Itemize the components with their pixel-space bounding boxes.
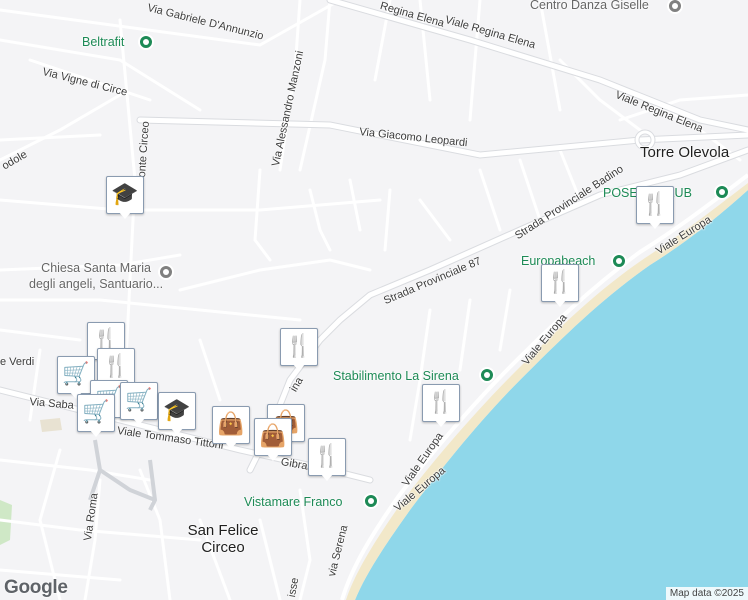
marker-restaurant-3[interactable]: 🍴 [280, 328, 318, 372]
shopping-cart-icon: 🛒 [125, 388, 153, 413]
europabeach-poi-icon[interactable] [611, 253, 627, 269]
marker-restaurant-1[interactable]: 🍴 [636, 186, 674, 230]
restaurant-icon: 🍴 [427, 390, 455, 415]
shopping-cart-icon: 🛒 [82, 400, 110, 425]
marker-school-2[interactable]: 🎓 [158, 392, 196, 436]
marker-shop-bag-1[interactable]: 👜 [212, 406, 250, 450]
sea [355, 190, 748, 600]
restaurant-icon: 🍴 [546, 270, 574, 295]
poi-label-la-sirena[interactable]: Stabilimento La Sirena [333, 369, 459, 383]
graduation-cap-icon: 🎓 [111, 182, 139, 207]
poi-label-centro-danza[interactable]: Centro Danza Giselle [530, 0, 649, 12]
shopping-bag-icon: 👜 [217, 412, 245, 437]
google-logo[interactable]: Google [4, 577, 68, 599]
poi-label-vistamare[interactable]: Vistamare Franco [244, 495, 342, 509]
marker-restaurant-4[interactable]: 🍴 [422, 384, 460, 428]
beach-club-poi-icon[interactable] [714, 184, 730, 200]
marker-shop-bag-3[interactable]: 👜 [254, 418, 292, 462]
vistamare-poi-icon[interactable] [363, 493, 379, 509]
marker-shop-3[interactable]: 🛒 [120, 382, 158, 426]
restaurant-icon: 🍴 [102, 354, 130, 379]
town-label-san-felice-circeo: San Felice Circeo [187, 522, 259, 556]
town-block [40, 418, 62, 432]
street-label-verdi: e Verdi [0, 356, 35, 368]
restaurant-icon: 🍴 [641, 192, 669, 217]
marker-restaurant-5[interactable]: 🍴 [308, 438, 346, 482]
marker-restaurant-2[interactable]: 🍴 [541, 264, 579, 308]
restaurant-icon: 🍴 [285, 334, 313, 359]
town-label-torre-olevola: Torre Olevola [640, 144, 730, 161]
map-canvas[interactable]: Regina Elena Viale Regina Elena Viale Re… [0, 0, 748, 600]
map-attribution[interactable]: Map data ©2025 [665, 587, 748, 600]
church-poi-icon[interactable] [158, 264, 174, 280]
marker-shop-4[interactable]: 🛒 [77, 394, 115, 438]
shopping-cart-icon: 🛒 [62, 362, 90, 387]
marker-school-1[interactable]: 🎓 [106, 176, 144, 220]
poi-label-beltrafit[interactable]: Beltrafit [82, 35, 124, 49]
shopping-bag-icon: 👜 [259, 424, 287, 449]
restaurant-icon: 🍴 [313, 444, 341, 469]
graduation-cap-icon: 🎓 [163, 398, 191, 423]
la-sirena-poi-icon[interactable] [479, 367, 495, 383]
poi-label-chiesa[interactable]: Chiesa Santa Maria degli angeli, Santuar… [29, 260, 163, 292]
fitness-poi-icon[interactable] [138, 34, 154, 50]
